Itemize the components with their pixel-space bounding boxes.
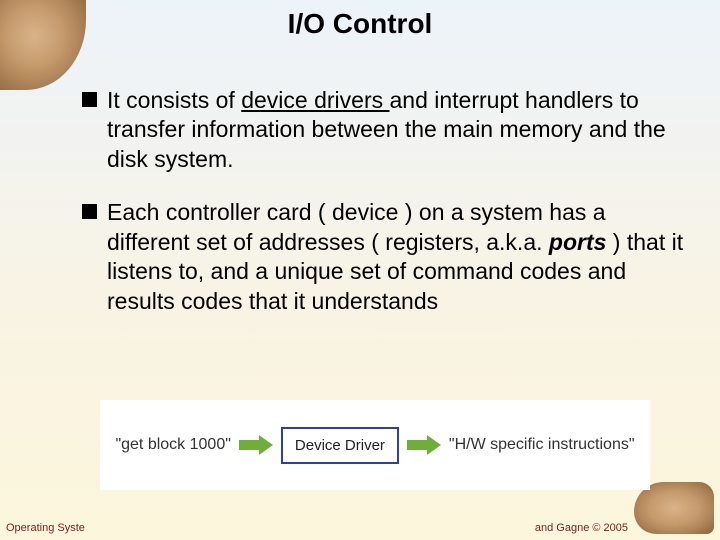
bullet-list: It consists of device drivers and interr…	[82, 86, 690, 340]
diagram-center-box: Device Driver	[281, 427, 399, 464]
flow-diagram: "get block 1000" Device Driver "H/W spec…	[100, 400, 650, 490]
text-segment: It consists of	[107, 87, 241, 113]
bullet-marker	[82, 92, 97, 107]
arrow-icon	[239, 436, 273, 454]
slide: I/O Control It consists of device driver…	[0, 0, 720, 540]
arrow-icon	[407, 436, 441, 454]
diagram-right-label: "H/W specific instructions"	[449, 436, 635, 454]
slide-title: I/O Control	[0, 8, 720, 40]
bullet-item: Each controller card ( device ) on a sys…	[82, 198, 690, 316]
bullet-marker	[82, 204, 97, 219]
bold-italic-text: ports	[549, 229, 607, 255]
footer-right: and Gagne © 2005	[535, 522, 628, 534]
underlined-text: device drivers	[241, 87, 389, 113]
text-segment: Each controller card ( device ) on a sys…	[107, 199, 606, 254]
bullet-text: Each controller card ( device ) on a sys…	[107, 198, 690, 316]
diagram-left-label: "get block 1000"	[115, 436, 230, 454]
bullet-text: It consists of device drivers and interr…	[107, 86, 690, 174]
footer-left: Operating Syste	[6, 522, 85, 534]
bullet-item: It consists of device drivers and interr…	[82, 86, 690, 174]
